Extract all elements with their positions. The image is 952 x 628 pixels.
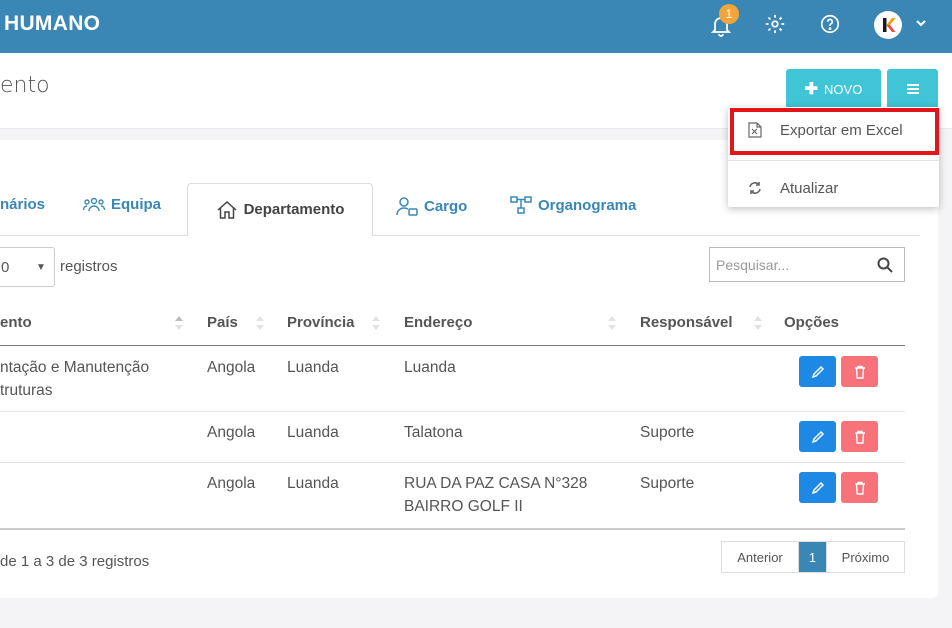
pagination-prev[interactable]: Anterior — [722, 542, 799, 572]
cell-responsavel: Suporte — [640, 424, 695, 441]
tab-label: nários — [0, 196, 46, 213]
user-role-icon — [396, 197, 418, 216]
table-footer-divider — [0, 528, 905, 530]
chevron-down-icon[interactable] — [914, 16, 928, 30]
cell-pais: Angola — [207, 475, 256, 492]
pencil-icon — [811, 365, 824, 378]
page-length-suffix: registros — [60, 258, 118, 275]
gear-icon[interactable] — [764, 13, 788, 37]
sort-icon[interactable] — [371, 314, 381, 332]
dropdown-divider — [728, 160, 939, 161]
cell-endereco-line: BAIRRO GOLF II — [404, 498, 523, 515]
top-navbar — [0, 0, 952, 53]
page-title: ento — [0, 73, 50, 98]
hamburger-icon — [906, 84, 919, 94]
tab-label: Departamento — [243, 201, 345, 218]
page-length-select[interactable]: 0 — [0, 247, 55, 287]
help-icon[interactable] — [819, 13, 843, 37]
refresh-icon — [749, 182, 761, 194]
column-header-responsavel[interactable]: Responsável — [640, 314, 733, 331]
home-icon — [217, 200, 237, 219]
cell-endereco: Talatona — [404, 424, 463, 441]
cell-endereco: RUA DA PAZ CASA N°328 BAIRRO GOLF II — [404, 472, 587, 518]
table-header-divider — [0, 345, 905, 346]
delete-button[interactable] — [841, 421, 878, 452]
sort-icon[interactable] — [174, 314, 184, 332]
pagination-page-current[interactable]: 1 — [799, 542, 826, 572]
tab-equipa[interactable]: Equipa — [83, 196, 161, 213]
tab-cargo[interactable]: Cargo — [396, 196, 467, 216]
column-header-nome[interactable]: ento — [0, 314, 32, 331]
cell-endereco: Luanda — [404, 359, 456, 376]
plus-icon: ✚ — [804, 81, 819, 98]
tabs-divider — [0, 235, 920, 236]
page-length-value: 0 — [1, 258, 10, 276]
tab-label: Organograma — [538, 196, 637, 214]
row-divider — [0, 411, 905, 412]
column-header-endereco[interactable]: Endereço — [404, 314, 472, 331]
tab-departamento[interactable]: Departamento — [187, 183, 373, 236]
edit-button[interactable] — [799, 421, 836, 452]
cell-nome: ntação e Manutenção truturas — [0, 356, 149, 402]
search-placeholder: Pesquisar... — [716, 256, 790, 273]
cell-responsavel: Suporte — [640, 475, 695, 492]
cell-pais: Angola — [207, 359, 256, 376]
refresh-label: Atualizar — [780, 179, 839, 197]
pagination-next[interactable]: Próximo — [826, 542, 904, 572]
notification-badge: 1 — [719, 4, 739, 24]
team-icon — [83, 197, 105, 211]
avatar[interactable] — [874, 11, 902, 39]
pencil-icon — [811, 481, 824, 494]
cell-provincia: Luanda — [287, 475, 339, 492]
org-chart-icon — [510, 196, 532, 214]
sort-icon[interactable] — [255, 314, 265, 332]
tab-organograma[interactable]: Organograma — [510, 196, 636, 214]
sort-icon[interactable] — [753, 314, 763, 332]
trash-icon — [854, 430, 865, 444]
delete-button[interactable] — [841, 356, 878, 387]
cell-endereco-line: RUA DA PAZ CASA N°328 — [404, 475, 588, 492]
edit-button[interactable] — [799, 356, 836, 387]
delete-button[interactable] — [841, 472, 878, 503]
cell-pais: Angola — [207, 424, 256, 441]
cell-nome-line: ntação e Manutenção — [0, 359, 150, 376]
cell-provincia: Luanda — [287, 424, 339, 441]
column-header-pais[interactable]: País — [207, 314, 238, 331]
pagination: Anterior 1 Próximo — [721, 541, 905, 573]
column-header-opcoes: Opções — [784, 314, 840, 331]
cell-nome-line: truturas — [0, 382, 53, 399]
new-button-label: NOVO — [824, 81, 863, 97]
brand-title: HUMANO — [4, 12, 101, 35]
trash-icon — [854, 365, 865, 379]
table-info: de 1 a 3 de 3 registros — [0, 553, 150, 570]
search-icon[interactable] — [877, 257, 893, 273]
cell-provincia: Luanda — [287, 359, 339, 376]
tab-funcionarios[interactable]: nários — [0, 196, 45, 213]
new-button[interactable]: ✚ NOVO — [786, 69, 881, 109]
tab-label: Equipa — [111, 196, 162, 213]
edit-button[interactable] — [799, 472, 836, 503]
pencil-icon — [811, 430, 824, 443]
tab-label: Cargo — [424, 197, 468, 215]
row-divider — [0, 462, 905, 463]
highlight-box — [730, 108, 939, 155]
search-input[interactable]: Pesquisar... — [709, 247, 905, 282]
caret-down-icon: ▼ — [36, 262, 46, 273]
refresh-item[interactable]: Atualizar — [728, 175, 939, 201]
column-header-provincia[interactable]: Província — [287, 314, 355, 331]
menu-button[interactable] — [887, 69, 938, 109]
trash-icon — [854, 481, 865, 495]
sort-icon[interactable] — [607, 314, 617, 332]
